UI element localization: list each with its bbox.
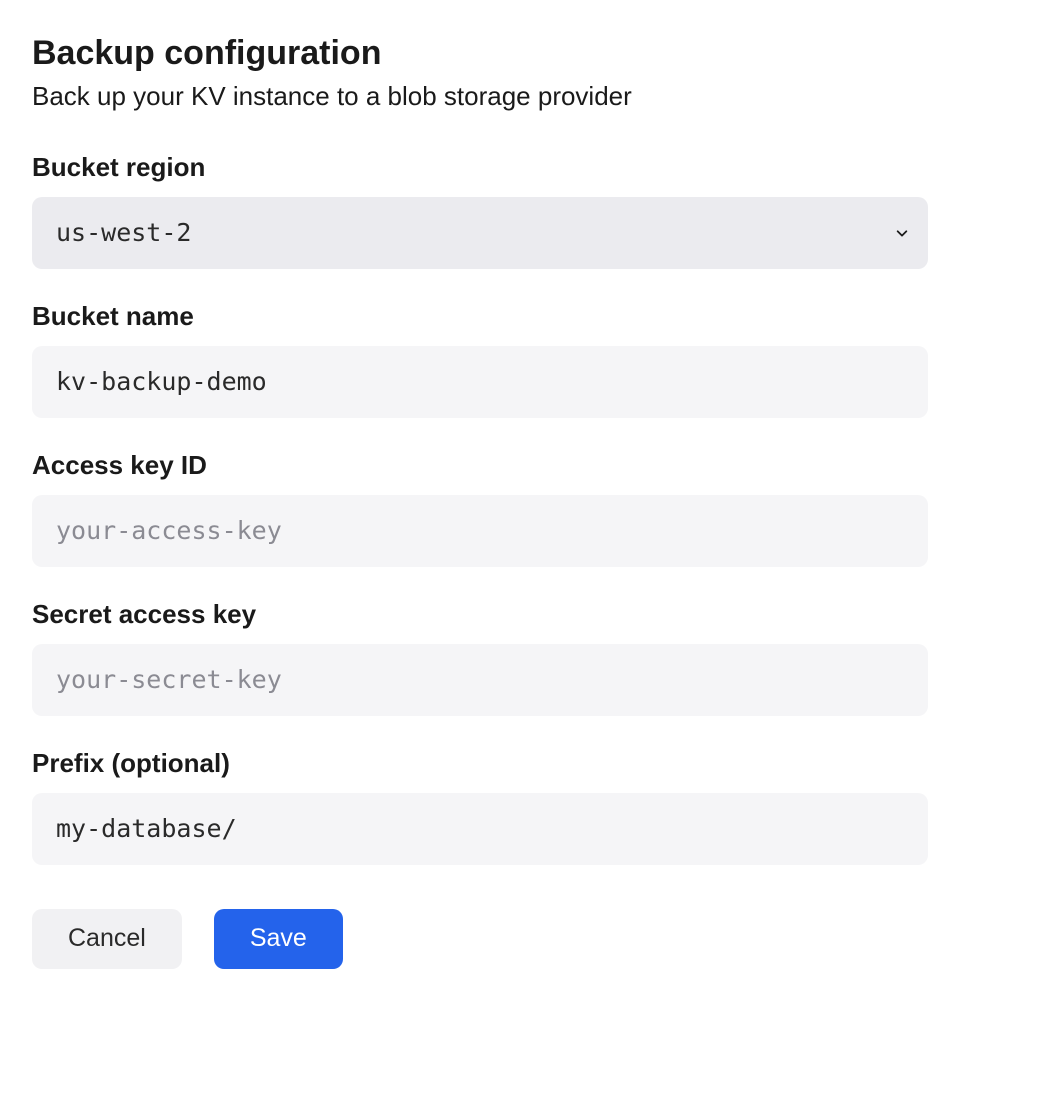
access-key-id-group: Access key ID bbox=[32, 450, 1014, 567]
bucket-region-label: Bucket region bbox=[32, 152, 1014, 183]
page-title: Backup configuration bbox=[32, 32, 1014, 75]
bucket-region-group: Bucket region us-west-2 bbox=[32, 152, 1014, 269]
access-key-id-label: Access key ID bbox=[32, 450, 1014, 481]
secret-access-key-input[interactable] bbox=[32, 644, 928, 716]
bucket-region-select[interactable]: us-west-2 bbox=[32, 197, 928, 269]
prefix-label: Prefix (optional) bbox=[32, 748, 1014, 779]
cancel-button[interactable]: Cancel bbox=[32, 909, 182, 969]
secret-access-key-group: Secret access key bbox=[32, 599, 1014, 716]
access-key-id-input[interactable] bbox=[32, 495, 928, 567]
prefix-group: Prefix (optional) bbox=[32, 748, 1014, 865]
save-button[interactable]: Save bbox=[214, 909, 343, 969]
bucket-name-group: Bucket name bbox=[32, 301, 1014, 418]
bucket-name-label: Bucket name bbox=[32, 301, 1014, 332]
page-subtitle: Back up your KV instance to a blob stora… bbox=[32, 81, 1014, 112]
prefix-input[interactable] bbox=[32, 793, 928, 865]
secret-access-key-label: Secret access key bbox=[32, 599, 1014, 630]
button-row: Cancel Save bbox=[32, 909, 1014, 969]
bucket-region-select-wrapper: us-west-2 bbox=[32, 197, 928, 269]
bucket-name-input[interactable] bbox=[32, 346, 928, 418]
